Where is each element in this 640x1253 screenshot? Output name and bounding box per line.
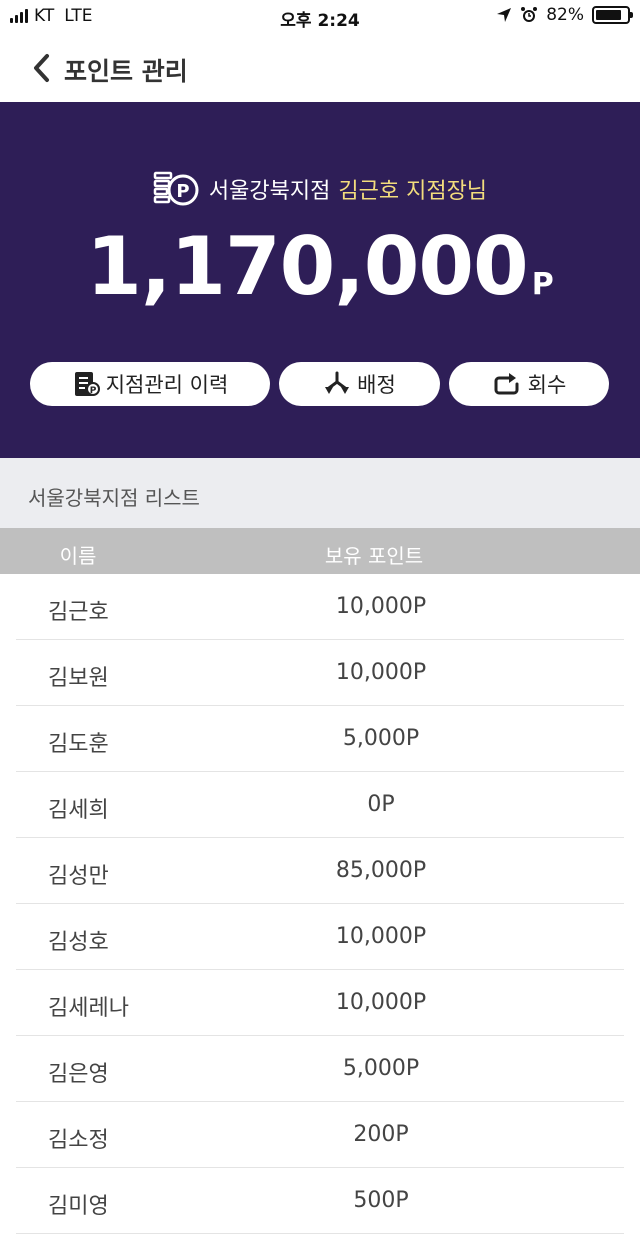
member-points: 85,000P: [335, 858, 427, 883]
action-buttons: P 지점관리 이력 배정 회수: [0, 362, 640, 406]
app-header: 포인트 관리: [0, 34, 640, 102]
table-row[interactable]: 김근호 10,000P: [0, 574, 640, 640]
svg-text:P: P: [89, 386, 96, 396]
member-points: 10,000P: [335, 594, 427, 619]
battery-label: 82%: [546, 5, 584, 25]
distribute-icon: [325, 371, 350, 394]
page-title: 포인트 관리: [64, 57, 188, 86]
retrieve-button[interactable]: 회수: [449, 362, 609, 406]
table-row[interactable]: 김성만 85,000P: [0, 838, 640, 904]
manager-name: 김근호 지점장님: [338, 179, 488, 204]
total-points-value: 1,170,000: [86, 220, 528, 313]
point-coin-icon: P: [153, 171, 199, 206]
total-points-unit: P: [531, 267, 554, 302]
table-row[interactable]: 김세희 0P: [0, 772, 640, 838]
member-name: 김미영: [48, 1194, 109, 1219]
back-button[interactable]: [26, 50, 56, 86]
column-header-points: 보유 포인트: [324, 544, 424, 568]
member-name: 김세희: [48, 798, 109, 823]
member-name: 김소정: [48, 1128, 109, 1153]
retrieve-icon: [494, 373, 519, 395]
member-name: 김성만: [48, 864, 109, 889]
member-list: 김근호 10,000P 김보원 10,000P 김도훈 5,000P 김세희 0…: [0, 574, 640, 1234]
branch-history-label: 지점관리 이력: [105, 373, 229, 397]
list-section-header: 서울강북지점 리스트: [0, 458, 640, 528]
member-name: 김은영: [48, 1062, 109, 1087]
assign-button[interactable]: 배정: [279, 362, 440, 406]
member-points: 10,000P: [335, 924, 427, 949]
alarm-icon: [521, 7, 538, 22]
member-name: 김세레나: [48, 996, 129, 1021]
location-arrow-icon: [497, 8, 512, 22]
table-row[interactable]: 김소정 200P: [0, 1102, 640, 1168]
column-header-name: 이름: [59, 544, 97, 568]
member-points: 10,000P: [335, 660, 427, 685]
document-p-icon: P: [74, 372, 100, 396]
svg-text:P: P: [176, 181, 189, 202]
chevron-left-icon: [34, 54, 49, 82]
member-points: 200P: [353, 1122, 409, 1147]
member-name: 김근호: [48, 600, 109, 625]
list-title: 서울강북지점 리스트: [28, 486, 200, 510]
battery-icon: [592, 6, 633, 24]
member-points: 0P: [367, 792, 395, 817]
branch-name: 서울강북지점: [208, 179, 331, 204]
member-points: 5,000P: [342, 726, 420, 751]
battery-fill: [596, 10, 621, 20]
branch-history-button[interactable]: P 지점관리 이력: [30, 362, 270, 406]
assign-label: 배정: [357, 373, 396, 397]
status-bar: KT LTE 오후 2:24 82%: [0, 0, 640, 34]
member-name: 김성호: [48, 930, 109, 955]
member-points: 5,000P: [342, 1056, 420, 1081]
points-summary-panel: P 서울강북지점 김근호 지점장님 1,170,000P P 지점관리 이력: [0, 102, 640, 458]
table-row[interactable]: 김성호 10,000P: [0, 904, 640, 970]
status-right: 82%: [496, 5, 633, 25]
total-points: 1,170,000 P: [0, 220, 640, 313]
member-points: 10,000P: [335, 990, 427, 1015]
table-row[interactable]: 김세레나 10,000P: [0, 970, 640, 1036]
member-name: 김도훈: [48, 732, 109, 757]
table-row[interactable]: 김은영 5,000P: [0, 1036, 640, 1102]
table-row[interactable]: 김도훈 5,000P: [0, 706, 640, 772]
table-header: 이름 보유 포인트: [0, 528, 640, 574]
retrieve-label: 회수: [527, 373, 567, 397]
member-points: 500P: [353, 1188, 409, 1213]
branch-manager-line: P 서울강북지점 김근호 지점장님: [0, 170, 640, 208]
table-row[interactable]: 김미영 500P: [0, 1168, 640, 1234]
table-row[interactable]: 김보원 10,000P: [0, 640, 640, 706]
member-name: 김보원: [48, 666, 109, 691]
